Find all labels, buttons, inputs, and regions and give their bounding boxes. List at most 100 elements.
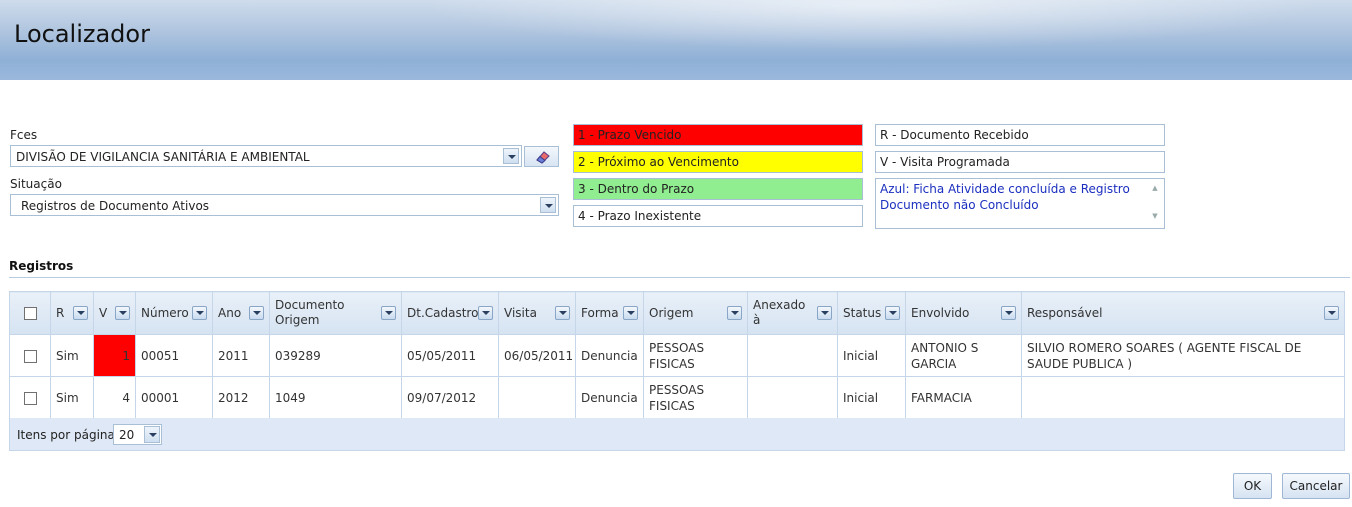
section-divider xyxy=(9,277,1350,278)
legend-proximo-vencimento: 2 - Próximo ao Vencimento xyxy=(573,151,863,173)
column-menu-button[interactable] xyxy=(623,306,638,320)
column-header-ano[interactable]: Ano xyxy=(212,291,270,335)
chevron-down-icon[interactable] xyxy=(503,148,519,164)
select-all-cell xyxy=(9,291,51,335)
page-title: Localizador xyxy=(14,20,150,48)
cell-numero: 00051 xyxy=(135,334,213,377)
column-menu-button[interactable] xyxy=(115,306,130,320)
column-label: Responsável xyxy=(1027,305,1103,320)
cell-dt-cadastro: 05/05/2011 xyxy=(401,334,499,377)
cell-v-status: 1 xyxy=(93,334,136,377)
table-row[interactable]: Sim 1 00051 2011 039289 05/05/2011 06/05… xyxy=(9,334,1345,377)
cell-ano: 2011 xyxy=(212,334,270,377)
column-header-visita[interactable]: Visita xyxy=(498,291,576,335)
fces-select[interactable]: DIVISÃO DE VIGILANCIA SANITÁRIA E AMBIEN… xyxy=(10,145,522,167)
column-header-r[interactable]: R xyxy=(50,291,94,335)
column-label: Dt.Cadastro xyxy=(407,305,479,320)
column-header-envolvido[interactable]: Envolvido xyxy=(905,291,1022,335)
cell-v-status: 4 xyxy=(93,376,136,419)
cell-ano: 2012 xyxy=(212,376,270,419)
column-menu-button[interactable] xyxy=(727,306,742,320)
column-header-status[interactable]: Status xyxy=(837,291,906,335)
legend-dentro-prazo: 3 - Dentro do Prazo xyxy=(573,178,863,200)
column-menu-button[interactable] xyxy=(192,306,207,320)
cell-anexado xyxy=(747,376,838,419)
select-all-checkbox[interactable] xyxy=(23,306,37,320)
column-menu-button[interactable] xyxy=(381,306,396,320)
fces-label: Fces xyxy=(10,128,38,142)
cell-origem: PESSOAS FISICAS xyxy=(643,334,748,377)
eraser-icon xyxy=(536,151,550,164)
column-menu-button[interactable] xyxy=(73,306,88,320)
column-menu-button[interactable] xyxy=(1001,306,1016,320)
column-header-documento-origem[interactable]: Documento Origem xyxy=(269,291,402,335)
cell-status: Inicial xyxy=(837,376,906,419)
cell-forma: Denuncia xyxy=(575,334,644,377)
column-menu-button[interactable] xyxy=(1324,306,1339,320)
column-menu-button[interactable] xyxy=(817,306,832,320)
pagination-bar: Itens por página: 20 xyxy=(9,418,1345,451)
cell-anexado xyxy=(747,334,838,377)
row-checkbox[interactable] xyxy=(23,349,37,363)
header-gloss xyxy=(420,0,1320,50)
cell-visita: 06/05/2011 xyxy=(498,334,576,377)
column-menu-button[interactable] xyxy=(555,306,570,320)
items-per-page-value: 20 xyxy=(119,428,135,442)
column-label: Documento Origem xyxy=(275,298,345,327)
cell-dt-cadastro: 09/07/2012 xyxy=(401,376,499,419)
column-label: Visita xyxy=(504,305,537,320)
column-header-forma[interactable]: Forma xyxy=(575,291,644,335)
clear-filter-button[interactable] xyxy=(524,146,559,167)
situacao-select[interactable]: Registros de Documento Ativos xyxy=(10,194,559,216)
chevron-down-icon[interactable] xyxy=(144,426,160,443)
registros-title: Registros xyxy=(9,259,74,273)
column-label: Envolvido xyxy=(911,305,970,320)
column-menu-button[interactable] xyxy=(478,306,493,320)
row-select-cell xyxy=(9,376,51,419)
note-scrollbar[interactable]: ▲ ▼ xyxy=(1148,181,1162,226)
column-label: Status xyxy=(843,305,882,320)
cell-documento-origem: 039289 xyxy=(269,334,402,377)
cell-responsavel: SILVIO ROMERO SOARES ( AGENTE FISCAL DE … xyxy=(1021,334,1345,377)
items-per-page-select[interactable]: 20 xyxy=(113,424,162,445)
table-row[interactable]: Sim 4 00001 2012 1049 09/07/2012 Denunci… xyxy=(9,376,1345,419)
cancel-button[interactable]: Cancelar xyxy=(1282,473,1350,499)
cell-status: Inicial xyxy=(837,334,906,377)
cell-r: Sim xyxy=(50,334,94,377)
items-per-page-label: Itens por página: xyxy=(17,428,119,442)
column-menu-button[interactable] xyxy=(249,306,264,320)
column-label: Forma xyxy=(581,305,619,320)
legend-prazo-inexistente: 4 - Prazo Inexistente xyxy=(573,205,863,227)
column-header-v[interactable]: V xyxy=(93,291,136,335)
column-header-numero[interactable]: Número xyxy=(135,291,213,335)
legend-note-azul: Azul: Ficha Atividade concluída e Regist… xyxy=(875,178,1165,229)
cell-forma: Denuncia xyxy=(575,376,644,419)
ok-button[interactable]: OK xyxy=(1233,473,1272,499)
cell-origem: PESSOAS FISICAS xyxy=(643,376,748,419)
column-label: R xyxy=(56,305,65,320)
fces-value: DIVISÃO DE VIGILANCIA SANITÁRIA E AMBIEN… xyxy=(16,150,310,164)
cell-envolvido: ANTONIO S GARCIA xyxy=(905,334,1022,377)
legend-documento-recebido: R - Documento Recebido xyxy=(875,124,1165,146)
row-checkbox[interactable] xyxy=(23,391,37,405)
chevron-down-icon[interactable] xyxy=(540,197,556,213)
cell-visita xyxy=(498,376,576,419)
cell-documento-origem: 1049 xyxy=(269,376,402,419)
column-header-origem[interactable]: Origem xyxy=(643,291,748,335)
legend-note-text: Azul: Ficha Atividade concluída e Regist… xyxy=(880,182,1130,212)
column-header-responsavel[interactable]: Responsável xyxy=(1021,291,1345,335)
column-menu-button[interactable] xyxy=(885,306,900,320)
registros-table: R V Número Ano Documento Origem Dt.Cadas… xyxy=(9,291,1345,419)
column-label: V xyxy=(99,305,108,320)
column-label: Anexado à xyxy=(753,298,806,327)
column-label: Número xyxy=(141,305,189,320)
cell-envolvido: FARMACIA xyxy=(905,376,1022,419)
situacao-label: Situação xyxy=(10,177,62,191)
page-header: Localizador xyxy=(0,0,1352,80)
situacao-value: Registros de Documento Ativos xyxy=(21,199,210,213)
column-header-anexado[interactable]: Anexado à xyxy=(747,291,838,335)
column-label: Ano xyxy=(218,305,242,320)
column-label: Origem xyxy=(649,305,694,320)
cell-r: Sim xyxy=(50,376,94,419)
column-header-dt-cadastro[interactable]: Dt.Cadastro xyxy=(401,291,499,335)
